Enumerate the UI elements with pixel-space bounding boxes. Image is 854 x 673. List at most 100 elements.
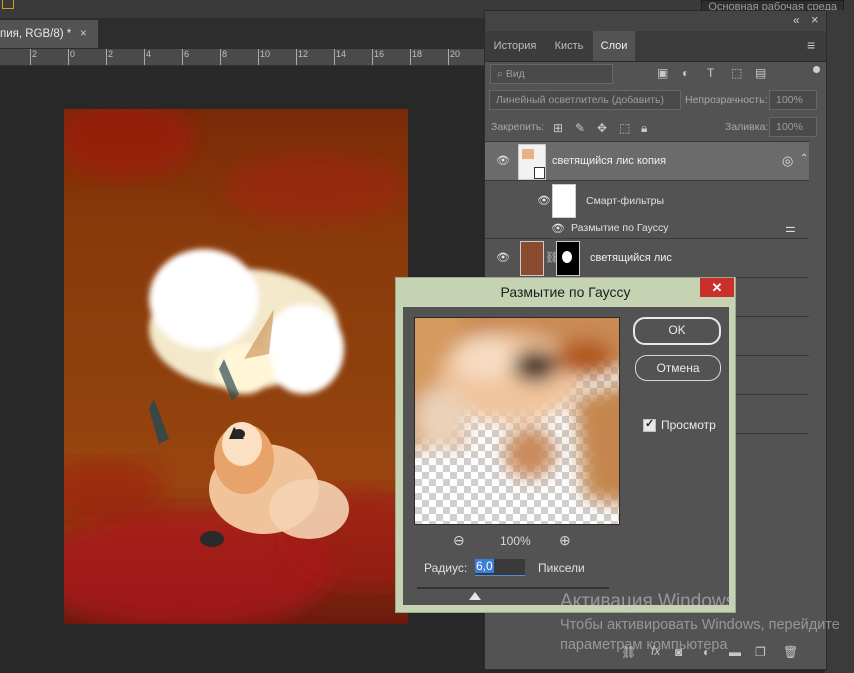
visibility-eye-icon[interactable]: 👁︎ bbox=[537, 196, 551, 207]
ruler-tick bbox=[296, 49, 297, 65]
layer-filter-label: Вид bbox=[505, 68, 525, 80]
layer-mask-thumbnail bbox=[556, 241, 580, 276]
lock-brush-icon[interactable]: ✎ bbox=[575, 121, 585, 135]
lock-all-icon[interactable]: 🔒︎ bbox=[641, 121, 647, 135]
ruler-label: 14 bbox=[336, 49, 347, 59]
ok-button[interactable]: OK bbox=[633, 317, 721, 345]
preview-label: Просмотр bbox=[661, 418, 716, 432]
fill-label: Заливка: bbox=[725, 121, 769, 133]
ruler-label: 6 bbox=[184, 49, 190, 59]
tab-brush[interactable]: Кисть bbox=[547, 31, 591, 61]
tab-layers[interactable]: Слои bbox=[593, 31, 635, 61]
dialog-body: OK Отмена ✓ Просмотр ⊖ 100% ⊕ Радиус: 6,… bbox=[403, 307, 729, 605]
layer-row-fox[interactable]: 👁︎ ⛓︎ светящийся лис bbox=[485, 239, 809, 278]
radius-unit: Пиксели bbox=[538, 561, 585, 575]
dialog-title[interactable]: Размытие по Гауссу bbox=[396, 278, 735, 306]
ruler-label: 18 bbox=[412, 49, 423, 59]
radius-label: Радиус: bbox=[424, 561, 468, 575]
ruler-tick bbox=[30, 49, 31, 65]
blend-mode-select[interactable]: Линейный осветлитель (добавить) bbox=[489, 90, 681, 110]
fox-photo bbox=[64, 109, 408, 624]
gaussian-blur-dialog: Размытие по Гауссу ✕ OK Отмена ✓ Просмот… bbox=[395, 277, 736, 613]
layer-filter-dropdown[interactable]: ⌕ Вид bbox=[490, 64, 613, 84]
tool-option-icon bbox=[2, 0, 14, 9]
layer-thumbnail bbox=[518, 144, 546, 180]
collapse-effects-icon[interactable]: ⌃ bbox=[800, 153, 808, 164]
ruler-label: 12 bbox=[298, 49, 309, 59]
ruler-tick bbox=[258, 49, 259, 65]
lock-move-icon[interactable]: ✥ bbox=[597, 121, 607, 135]
ruler-tick bbox=[448, 49, 449, 65]
ruler-tick bbox=[334, 49, 335, 65]
collapse-icon[interactable]: « bbox=[793, 13, 800, 27]
ruler-label: 2 bbox=[32, 49, 38, 59]
ruler-label: 2 bbox=[108, 49, 114, 59]
preview-image bbox=[415, 318, 619, 504]
filter-type-icon[interactable]: T bbox=[707, 66, 714, 80]
radius-slider-thumb[interactable] bbox=[468, 592, 481, 600]
preview-checkbox[interactable]: ✓ bbox=[643, 418, 656, 432]
cancel-button[interactable]: Отмена bbox=[635, 355, 721, 381]
dialog-close-button[interactable]: ✕ bbox=[700, 278, 734, 297]
lock-artboard-icon[interactable]: ⬚ bbox=[619, 121, 630, 135]
ruler-label: 16 bbox=[374, 49, 385, 59]
layer-row-smart-filters[interactable]: 👁︎ Смарт-фильтры bbox=[485, 181, 809, 221]
fill-input[interactable]: 100% bbox=[769, 117, 817, 137]
zoom-in-icon[interactable]: ⊕ bbox=[559, 532, 571, 549]
panel-tabs: История Кисть Слои ≡ bbox=[485, 31, 826, 62]
lock-transparent-icon[interactable]: ⊞ bbox=[553, 121, 563, 135]
zoom-level: 100% bbox=[500, 534, 531, 548]
thumbnail-image bbox=[522, 149, 534, 159]
ruler-label: 10 bbox=[260, 49, 271, 59]
layer-row-gaussian-blur[interactable]: 👁︎ Размытие по Гауссу ⚌ bbox=[485, 221, 809, 239]
panel-header: « × bbox=[485, 11, 826, 31]
ruler-label: 8 bbox=[222, 49, 228, 59]
panel-close-icon[interactable]: × bbox=[811, 12, 819, 27]
watermark-line-1: Чтобы активировать Windows, перейдите bbox=[560, 617, 840, 633]
layer-name: светящийся лис копия bbox=[552, 155, 667, 167]
ruler-tick bbox=[144, 49, 145, 65]
lock-label: Закрепить: bbox=[491, 121, 545, 133]
panel-dock-gutter bbox=[825, 10, 854, 673]
document-tab-close-icon[interactable]: × bbox=[80, 20, 87, 48]
visibility-eye-icon[interactable]: 👁︎ bbox=[551, 224, 565, 235]
document-tab-title: пия, RGB/8) * bbox=[0, 28, 72, 40]
panel-menu-icon[interactable]: ≡ bbox=[807, 37, 815, 53]
tab-history[interactable]: История bbox=[485, 31, 545, 61]
smart-filters-label: Смарт-фильтры bbox=[586, 195, 665, 207]
visibility-eye-icon[interactable]: 👁︎ bbox=[496, 156, 510, 167]
blur-preview[interactable] bbox=[414, 317, 620, 525]
ruler-tick bbox=[182, 49, 183, 65]
opacity-input[interactable]: 100% bbox=[769, 90, 817, 110]
ruler-tick bbox=[410, 49, 411, 65]
filter-options-icon[interactable]: ⚌ bbox=[785, 221, 796, 235]
filter-shape-icon[interactable]: ⬚ bbox=[731, 66, 742, 80]
filter-toggle-icon[interactable] bbox=[813, 66, 820, 73]
document-tab[interactable]: пия, RGB/8) * × bbox=[0, 20, 98, 48]
ruler-label: 20 bbox=[450, 49, 461, 59]
filter-smartobject-icon[interactable]: ▤ bbox=[755, 66, 766, 80]
activation-watermark-title: Активация Windows bbox=[560, 591, 736, 612]
radius-slider-track[interactable] bbox=[417, 587, 609, 589]
filter-name: Размытие по Гауссу bbox=[571, 222, 669, 234]
mask-shape bbox=[562, 251, 572, 263]
ruler-tick bbox=[106, 49, 107, 65]
layer-row-fox-copy[interactable]: 👁︎ светящийся лис копия ◎ ⌃ bbox=[485, 142, 809, 181]
radius-input[interactable]: 6,0 bbox=[475, 559, 525, 576]
horizontal-ruler: 2 0 2 4 6 8 10 12 14 16 18 20 bbox=[0, 49, 484, 66]
layer-name: светящийся лис bbox=[590, 252, 672, 264]
ruler-tick bbox=[372, 49, 373, 65]
zoom-out-icon[interactable]: ⊖ bbox=[453, 532, 465, 549]
visibility-eye-icon[interactable]: 👁︎ bbox=[496, 253, 510, 264]
smart-object-indicator-icon: ◎ bbox=[782, 153, 794, 168]
checkmark-icon: ✓ bbox=[645, 418, 655, 430]
search-icon: ⌕ bbox=[497, 68, 503, 80]
filter-image-icon[interactable]: ▣ bbox=[657, 66, 668, 80]
smart-object-badge-icon bbox=[534, 167, 545, 179]
opacity-label: Непрозрачность: bbox=[685, 94, 768, 106]
filter-adjustment-icon[interactable]: ◐ bbox=[682, 66, 689, 80]
ruler-tick bbox=[68, 49, 69, 65]
watermark-line-2: параметрам компьютера bbox=[560, 637, 728, 653]
document-canvas-image[interactable] bbox=[64, 109, 408, 624]
layer-thumbnail bbox=[520, 241, 544, 276]
